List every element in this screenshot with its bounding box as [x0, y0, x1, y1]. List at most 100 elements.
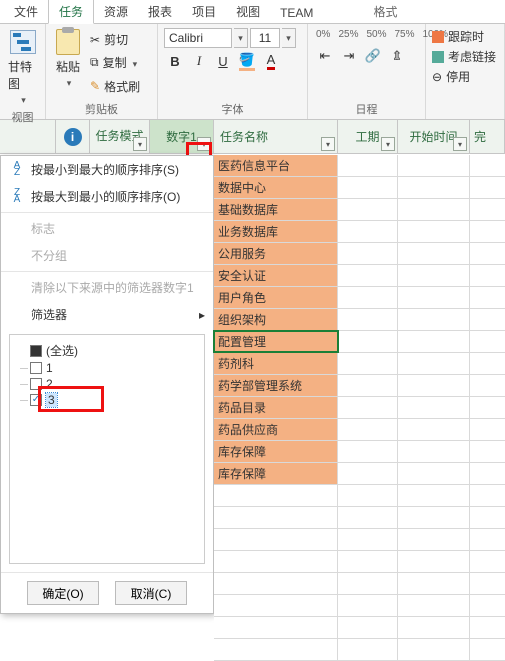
pct-50[interactable]: 50%: [364, 28, 388, 41]
finish-cell[interactable]: [470, 221, 505, 242]
checkbox-checked-icon[interactable]: [30, 394, 42, 406]
start-cell[interactable]: [398, 287, 470, 308]
paste-button[interactable]: 粘贴: [50, 26, 86, 100]
finish-cell[interactable]: [470, 331, 505, 352]
start-cell[interactable]: [398, 375, 470, 396]
table-row-empty[interactable]: [214, 507, 505, 529]
font-name-arrow[interactable]: ▾: [234, 28, 248, 48]
duration-cell[interactable]: [338, 463, 398, 484]
finish-cell[interactable]: [470, 265, 505, 286]
cancel-button[interactable]: 取消(C): [115, 581, 187, 605]
task-name-cell[interactable]: 用户角色: [214, 287, 338, 308]
indent-button[interactable]: ⇥: [338, 45, 360, 67]
table-row-empty[interactable]: [214, 595, 505, 617]
duration-cell[interactable]: [338, 243, 398, 264]
filter-option-1[interactable]: 1: [14, 360, 200, 376]
tab-team[interactable]: TEAM: [270, 3, 323, 23]
tab-file[interactable]: 文件: [4, 0, 48, 23]
task-name-cell[interactable]: 安全认证: [214, 265, 338, 286]
table-row[interactable]: 库存保障: [214, 441, 505, 463]
tab-view[interactable]: 视图: [226, 0, 270, 23]
table-row[interactable]: 配置管理: [214, 331, 505, 353]
start-cell[interactable]: [398, 353, 470, 374]
finish-cell[interactable]: [470, 177, 505, 198]
col-task-mode[interactable]: 任务模式 ▾: [90, 120, 150, 153]
table-row-empty[interactable]: [214, 617, 505, 639]
col-duration[interactable]: 工期 ▾: [338, 120, 398, 153]
finish-cell[interactable]: [470, 243, 505, 264]
duration-cell[interactable]: [338, 331, 398, 352]
pct-25[interactable]: 25%: [336, 28, 360, 41]
col-number1[interactable]: 数字1 ▾: [150, 120, 214, 153]
table-row[interactable]: 医药信息平台: [214, 155, 505, 177]
table-row[interactable]: 组织架构: [214, 309, 505, 331]
finish-cell[interactable]: [470, 199, 505, 220]
duration-cell[interactable]: [338, 199, 398, 220]
duration-cell[interactable]: [338, 265, 398, 286]
table-row-empty[interactable]: [214, 485, 505, 507]
track-button[interactable]: 跟踪时: [432, 28, 498, 45]
font-name-combo[interactable]: Calibri: [164, 28, 232, 48]
task-name-cell[interactable]: 药剂科: [214, 353, 338, 374]
table-row[interactable]: 业务数据库: [214, 221, 505, 243]
link-tasks-button[interactable]: 🔗: [362, 45, 384, 67]
duration-cell[interactable]: [338, 441, 398, 462]
filter-option-2[interactable]: 2: [14, 376, 200, 392]
table-row[interactable]: 基础数据库: [214, 199, 505, 221]
tristate-checkbox-icon[interactable]: [30, 345, 42, 357]
table-row-empty[interactable]: [214, 529, 505, 551]
start-cell[interactable]: [398, 441, 470, 462]
table-row[interactable]: 药品目录: [214, 397, 505, 419]
tab-resource[interactable]: 资源: [94, 0, 138, 23]
filter-arrow-taskname[interactable]: ▾: [321, 137, 335, 151]
finish-cell[interactable]: [470, 155, 505, 176]
underline-button[interactable]: U: [212, 50, 234, 72]
cut-button[interactable]: ✂ 剪切: [88, 30, 142, 49]
finish-cell[interactable]: [470, 419, 505, 440]
unlink-tasks-button[interactable]: ⇭: [386, 45, 408, 67]
col-start[interactable]: 开始时间 ▾: [398, 120, 470, 153]
filter-arrow-start[interactable]: ▾: [453, 137, 467, 151]
font-color-button[interactable]: A: [260, 50, 282, 72]
task-name-cell[interactable]: 药品供应商: [214, 419, 338, 440]
start-cell[interactable]: [398, 199, 470, 220]
checkbox-icon[interactable]: [30, 362, 42, 374]
duration-cell[interactable]: [338, 155, 398, 176]
font-size-arrow[interactable]: ▾: [282, 28, 296, 48]
duration-cell[interactable]: [338, 419, 398, 440]
finish-cell[interactable]: [470, 463, 505, 484]
fill-color-button[interactable]: 🪣: [236, 50, 258, 72]
finish-cell[interactable]: [470, 397, 505, 418]
checkbox-icon[interactable]: [30, 378, 42, 390]
task-name-cell[interactable]: 业务数据库: [214, 221, 338, 242]
task-name-cell[interactable]: 库存保障: [214, 463, 338, 484]
duration-cell[interactable]: [338, 287, 398, 308]
filter-select-all[interactable]: (全选): [14, 341, 200, 360]
duration-cell[interactable]: [338, 309, 398, 330]
italic-button[interactable]: I: [188, 50, 210, 72]
font-size-combo[interactable]: 11: [250, 28, 280, 48]
start-cell[interactable]: [398, 309, 470, 330]
table-row[interactable]: 药学部管理系统: [214, 375, 505, 397]
start-cell[interactable]: [398, 419, 470, 440]
task-name-cell[interactable]: 配置管理: [214, 331, 338, 352]
ok-button[interactable]: 确定(O): [27, 581, 99, 605]
start-cell[interactable]: [398, 221, 470, 242]
deactivate-button[interactable]: ⊖ 停用: [432, 68, 498, 85]
tab-report[interactable]: 报表: [138, 0, 182, 23]
task-name-cell[interactable]: 组织架构: [214, 309, 338, 330]
table-row[interactable]: 安全认证: [214, 265, 505, 287]
task-name-cell[interactable]: 基础数据库: [214, 199, 338, 220]
task-name-cell[interactable]: 医药信息平台: [214, 155, 338, 176]
outdent-button[interactable]: ⇤: [314, 45, 336, 67]
respect-links-button[interactable]: 考虑链接: [432, 48, 498, 65]
finish-cell[interactable]: [470, 309, 505, 330]
col-task-name[interactable]: 任务名称 ▾: [214, 120, 338, 153]
pct-0[interactable]: 0%: [314, 28, 332, 41]
duration-cell[interactable]: [338, 177, 398, 198]
filter-filters[interactable]: 筛选器▸: [1, 301, 213, 328]
filter-arrow-number1[interactable]: ▾: [197, 137, 211, 151]
bold-button[interactable]: B: [164, 50, 186, 72]
start-cell[interactable]: [398, 397, 470, 418]
table-row[interactable]: 库存保障: [214, 463, 505, 485]
